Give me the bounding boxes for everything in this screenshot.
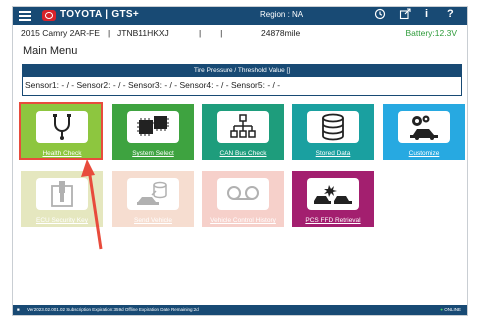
tile-label: System Select (113, 148, 193, 159)
app-brand: TOYOTA | GTS+ (60, 9, 140, 20)
tpms-panel: Tire Pressure / Threshold Value [] Senso… (22, 64, 462, 96)
ecu-chip-icon (127, 111, 179, 143)
network-icon (217, 111, 269, 143)
history-icon[interactable] (374, 8, 386, 23)
page-title: Main Menu (23, 45, 78, 57)
version-status: Ver2023.02.001.02 Subscription Expiratio… (27, 307, 199, 312)
stored-data-tile[interactable]: Stored Data (292, 104, 374, 160)
pcs-ffd-retrieval-tile[interactable]: PCS FFD Retrieval (292, 171, 374, 227)
help-icon[interactable]: ? (447, 8, 454, 20)
wifi-icon: ● (440, 307, 443, 312)
status-footer: ■ Ver2023.02.001.02 Subscription Expirat… (13, 305, 467, 315)
vehicle-vin: JTNB11HKXJ (117, 28, 169, 38)
menu-icon[interactable] (19, 9, 31, 21)
toyota-logo-icon (42, 10, 56, 21)
region-label: Region : NA (260, 10, 304, 19)
vehicle-info-bar: 2015 Camry 2AR-FE | JTNB11HKXJ | | 24878… (13, 25, 467, 40)
send-vehicle-icon (127, 178, 179, 210)
separator: | | (199, 28, 223, 38)
tile-label: Customize (384, 148, 464, 159)
send-vehicle-tile[interactable]: Send Vehicle (112, 171, 194, 227)
battery-voltage: Battery:12.3V (405, 28, 457, 38)
collision-icon (307, 178, 359, 210)
tape-icon (217, 178, 269, 210)
online-indicator: ● ONLINE (440, 305, 461, 315)
tile-label: CAN Bus Check (203, 148, 283, 159)
tpms-header: Tire Pressure / Threshold Value [] (23, 65, 461, 77)
app-window: TOYOTA | GTS+ Region : NA i ? 2015 Camry… (12, 6, 468, 316)
vehicle-model: 2015 Camry 2AR-FE (21, 28, 100, 38)
tile-label: Stored Data (293, 148, 373, 159)
external-link-icon[interactable] (399, 8, 411, 23)
tile-label: Vehicle Control History (203, 215, 283, 226)
info-icon[interactable]: i (425, 8, 428, 20)
top-bar: TOYOTA | GTS+ Region : NA i ? (13, 7, 467, 25)
lock-icon: ■ (17, 307, 20, 312)
vehicle-control-history-tile[interactable]: Vehicle Control History (202, 171, 284, 227)
tpms-values: Sensor1: - / - Sensor2: - / - Sensor3: -… (25, 80, 281, 90)
separator: | (108, 28, 111, 38)
system-select-tile[interactable]: System Select (112, 104, 194, 160)
online-label: ONLINE (444, 307, 461, 312)
database-icon (307, 111, 359, 143)
tile-label: PCS FFD Retrieval (293, 215, 373, 226)
car-settings-icon (398, 111, 450, 143)
selection-highlight (19, 102, 103, 160)
vehicle-mileage: 24878mile (261, 28, 301, 38)
customize-tile[interactable]: Customize (383, 104, 465, 160)
can-bus-check-tile[interactable]: CAN Bus Check (202, 104, 284, 160)
annotation-arrow (81, 159, 103, 250)
tile-label: Send Vehicle (113, 215, 193, 226)
